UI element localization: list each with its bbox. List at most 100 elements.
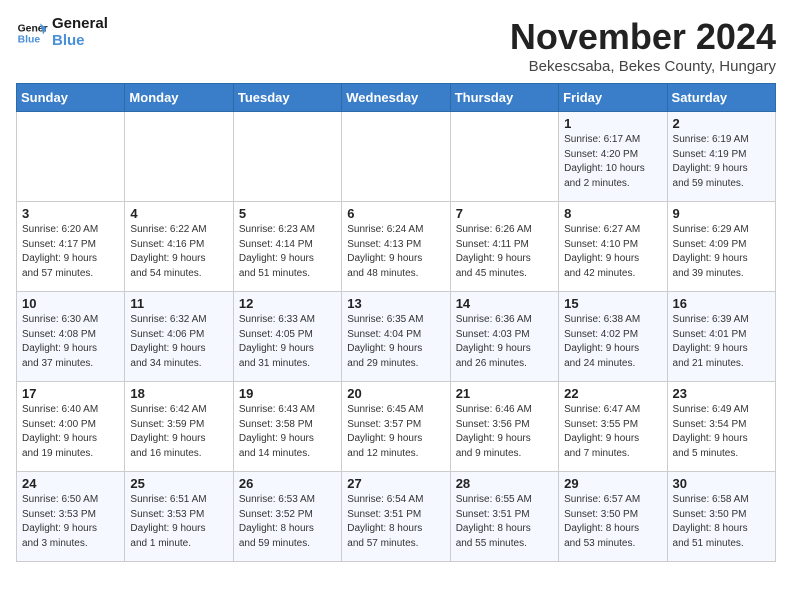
calendar-cell: 21 Sunrise: 6:46 AM Sunset: 3:56 PM Dayli… [450,382,558,472]
title-area: November 2024 Bekescsaba, Bekes County, … [510,16,776,75]
day-number: 1 [564,116,661,131]
day-number: 15 [564,296,661,311]
calendar-cell: 18 Sunrise: 6:42 AM Sunset: 3:59 PM Dayli… [125,382,233,472]
day-number: 8 [564,206,661,221]
day-info: Sunrise: 6:51 AM Sunset: 3:53 PM Dayligh… [130,493,227,551]
calendar-cell: 9 Sunrise: 6:29 AM Sunset: 4:09 PM Daylig… [667,202,775,292]
day-info: Sunrise: 6:35 AM Sunset: 4:04 PM Dayligh… [347,313,444,371]
day-number: 23 [673,386,770,401]
calendar-cell: 24 Sunrise: 6:50 AM Sunset: 3:53 PM Dayli… [17,472,125,562]
day-info: Sunrise: 6:40 AM Sunset: 4:00 PM Dayligh… [22,403,119,461]
day-number: 14 [456,296,553,311]
calendar-cell: 30Sunrise: 6:58 AM Sunset: 3:50 PM Dayli… [667,472,775,562]
calendar-cell: 4Sunrise: 6:22 AM Sunset: 4:16 PM Daylig… [125,202,233,292]
day-number: 21 [456,386,553,401]
day-number: 12 [239,296,336,311]
day-info: Sunrise: 6:27 AM Sunset: 4:10 PM Dayligh… [564,223,661,281]
calendar-header-row: SundayMondayTuesdayWednesdayThursdayFrid… [17,84,776,112]
day-info: Sunrise: 6:36 AM Sunset: 4:03 PM Dayligh… [456,313,553,371]
day-info: Sunrise: 6:24 AM Sunset: 4:13 PM Dayligh… [347,223,444,281]
calendar-cell [125,112,233,202]
day-number: 3 [22,206,119,221]
calendar-cell: 5 Sunrise: 6:23 AM Sunset: 4:14 PM Daylig… [233,202,341,292]
day-number: 29 [564,476,661,491]
day-number: 27 [347,476,444,491]
day-number: 19 [239,386,336,401]
calendar-cell: 28Sunrise: 6:55 AM Sunset: 3:51 PM Dayli… [450,472,558,562]
month-title: November 2024 [510,16,776,58]
calendar-cell: 17 Sunrise: 6:40 AM Sunset: 4:00 PM Dayli… [17,382,125,472]
logo-icon: General Blue [16,17,48,49]
calendar-week-row: 17 Sunrise: 6:40 AM Sunset: 4:00 PM Dayli… [17,382,776,472]
calendar-cell: 10 Sunrise: 6:30 AM Sunset: 4:08 PM Dayli… [17,292,125,382]
calendar-cell: 27 Sunrise: 6:54 AM Sunset: 3:51 PM Dayli… [342,472,450,562]
calendar-cell [342,112,450,202]
day-info: Sunrise: 6:22 AM Sunset: 4:16 PM Dayligh… [130,223,227,281]
calendar-cell [233,112,341,202]
day-number: 18 [130,386,227,401]
day-info: Sunrise: 6:57 AM Sunset: 3:50 PM Dayligh… [564,493,661,551]
logo-line2: Blue [52,33,108,50]
calendar-cell: 1 Sunrise: 6:17 AM Sunset: 4:20 PM Daylig… [559,112,667,202]
day-number: 6 [347,206,444,221]
calendar-cell: 7Sunrise: 6:26 AM Sunset: 4:11 PM Daylig… [450,202,558,292]
calendar-body: 1 Sunrise: 6:17 AM Sunset: 4:20 PM Daylig… [17,112,776,562]
subtitle: Bekescsaba, Bekes County, Hungary [510,58,776,75]
day-number: 17 [22,386,119,401]
day-info: Sunrise: 6:23 AM Sunset: 4:14 PM Dayligh… [239,223,336,281]
calendar-cell: 13 Sunrise: 6:35 AM Sunset: 4:04 PM Dayli… [342,292,450,382]
day-info: Sunrise: 6:53 AM Sunset: 3:52 PM Dayligh… [239,493,336,551]
day-info: Sunrise: 6:20 AM Sunset: 4:17 PM Dayligh… [22,223,119,281]
day-number: 26 [239,476,336,491]
calendar-cell: 3 Sunrise: 6:20 AM Sunset: 4:17 PM Daylig… [17,202,125,292]
calendar-cell: 15 Sunrise: 6:38 AM Sunset: 4:02 PM Dayli… [559,292,667,382]
day-number: 16 [673,296,770,311]
day-of-week-header: Wednesday [342,84,450,112]
day-number: 13 [347,296,444,311]
header: General Blue General Blue November 2024 … [16,16,776,75]
day-number: 5 [239,206,336,221]
day-info: Sunrise: 6:50 AM Sunset: 3:53 PM Dayligh… [22,493,119,551]
calendar-cell: 29 Sunrise: 6:57 AM Sunset: 3:50 PM Dayli… [559,472,667,562]
calendar-cell: 11 Sunrise: 6:32 AM Sunset: 4:06 PM Dayli… [125,292,233,382]
day-of-week-header: Saturday [667,84,775,112]
day-info: Sunrise: 6:38 AM Sunset: 4:02 PM Dayligh… [564,313,661,371]
day-info: Sunrise: 6:17 AM Sunset: 4:20 PM Dayligh… [564,133,661,191]
logo-line1: General [52,16,108,33]
day-info: Sunrise: 6:54 AM Sunset: 3:51 PM Dayligh… [347,493,444,551]
day-info: Sunrise: 6:33 AM Sunset: 4:05 PM Dayligh… [239,313,336,371]
day-number: 10 [22,296,119,311]
day-info: Sunrise: 6:30 AM Sunset: 4:08 PM Dayligh… [22,313,119,371]
day-info: Sunrise: 6:29 AM Sunset: 4:09 PM Dayligh… [673,223,770,281]
day-info: Sunrise: 6:58 AM Sunset: 3:50 PM Dayligh… [673,493,770,551]
day-of-week-header: Sunday [17,84,125,112]
calendar-cell: 23 Sunrise: 6:49 AM Sunset: 3:54 PM Dayli… [667,382,775,472]
day-of-week-header: Monday [125,84,233,112]
calendar-cell: 14 Sunrise: 6:36 AM Sunset: 4:03 PM Dayli… [450,292,558,382]
calendar-cell: 12 Sunrise: 6:33 AM Sunset: 4:05 PM Dayli… [233,292,341,382]
day-of-week-header: Friday [559,84,667,112]
day-info: Sunrise: 6:45 AM Sunset: 3:57 PM Dayligh… [347,403,444,461]
day-number: 9 [673,206,770,221]
day-info: Sunrise: 6:43 AM Sunset: 3:58 PM Dayligh… [239,403,336,461]
day-number: 22 [564,386,661,401]
calendar-cell [17,112,125,202]
day-info: Sunrise: 6:47 AM Sunset: 3:55 PM Dayligh… [564,403,661,461]
day-info: Sunrise: 6:32 AM Sunset: 4:06 PM Dayligh… [130,313,227,371]
calendar-cell: 6 Sunrise: 6:24 AM Sunset: 4:13 PM Daylig… [342,202,450,292]
calendar-cell [450,112,558,202]
day-info: Sunrise: 6:46 AM Sunset: 3:56 PM Dayligh… [456,403,553,461]
calendar-cell: 20Sunrise: 6:45 AM Sunset: 3:57 PM Dayli… [342,382,450,472]
day-number: 24 [22,476,119,491]
calendar-cell: 22 Sunrise: 6:47 AM Sunset: 3:55 PM Dayli… [559,382,667,472]
svg-text:Blue: Blue [18,34,41,45]
logo: General Blue General Blue [16,16,108,49]
day-number: 7 [456,206,553,221]
calendar-cell: 26 Sunrise: 6:53 AM Sunset: 3:52 PM Dayli… [233,472,341,562]
day-info: Sunrise: 6:42 AM Sunset: 3:59 PM Dayligh… [130,403,227,461]
day-info: Sunrise: 6:49 AM Sunset: 3:54 PM Dayligh… [673,403,770,461]
day-number: 11 [130,296,227,311]
calendar-cell: 2Sunrise: 6:19 AM Sunset: 4:19 PM Daylig… [667,112,775,202]
day-number: 2 [673,116,770,131]
calendar-cell: 16Sunrise: 6:39 AM Sunset: 4:01 PM Dayli… [667,292,775,382]
